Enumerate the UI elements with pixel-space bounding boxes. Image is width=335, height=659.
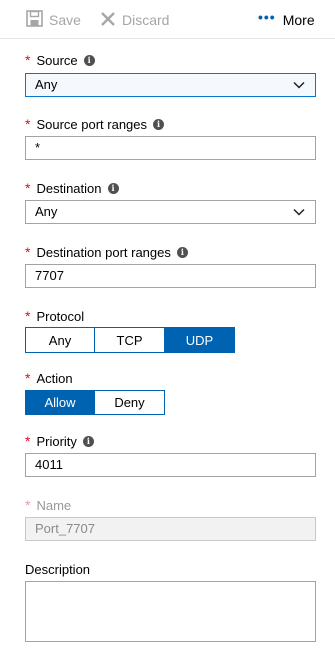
required-marker: * <box>25 497 31 513</box>
action-segmented-control: Allow Deny <box>25 390 165 415</box>
required-marker: * <box>25 180 31 196</box>
source-port-ranges-label-text: Source port ranges <box>36 116 148 132</box>
required-marker: * <box>25 52 31 68</box>
info-icon[interactable]: i <box>82 435 94 447</box>
info-icon[interactable]: i <box>176 246 188 258</box>
discard-label: Discard <box>122 12 170 28</box>
protocol-option-udp[interactable]: UDP <box>165 327 235 353</box>
info-icon[interactable]: i <box>83 54 95 66</box>
more-label: More <box>282 12 315 28</box>
protocol-segmented-control: Any TCP UDP <box>25 327 235 353</box>
name-value: Port_7707 <box>35 521 95 536</box>
priority-value: 4011 <box>35 457 63 472</box>
name-input: Port_7707 <box>25 517 316 541</box>
source-label: * Source i <box>25 52 95 68</box>
priority-label: * Priority i <box>25 433 94 449</box>
priority-input[interactable]: 4011 <box>25 453 316 477</box>
save-icon <box>26 10 43 30</box>
source-label-text: Source <box>36 52 78 68</box>
ellipsis-icon: ••• <box>258 9 276 25</box>
protocol-label: * Protocol <box>25 308 84 324</box>
description-label: Description <box>25 561 90 577</box>
required-marker: * <box>25 433 31 449</box>
description-textarea[interactable] <box>25 581 316 642</box>
destination-port-ranges-label: * Destination port ranges i <box>25 244 188 260</box>
more-button[interactable]: ••• More <box>258 9 315 30</box>
destination-label-text: Destination <box>36 180 102 196</box>
name-label: * Name <box>25 497 71 513</box>
destination-label: * Destination i <box>25 180 119 196</box>
description-label-text: Description <box>25 561 91 577</box>
required-marker: * <box>25 116 31 132</box>
info-icon[interactable]: i <box>107 182 119 194</box>
source-select[interactable]: Any <box>25 73 316 97</box>
source-port-ranges-value: * <box>35 140 41 155</box>
destination-port-ranges-label-text: Destination port ranges <box>36 244 171 260</box>
destination-port-ranges-value: 7707 <box>35 268 64 283</box>
chevron-down-icon <box>293 81 305 89</box>
save-button[interactable]: Save <box>26 10 81 30</box>
protocol-option-any[interactable]: Any <box>25 327 95 353</box>
info-icon[interactable]: i <box>153 118 165 130</box>
priority-label-text: Priority <box>36 433 77 449</box>
command-bar: Save Discard ••• More <box>0 0 335 39</box>
discard-button[interactable]: Discard <box>100 10 169 30</box>
protocol-label-text: Protocol <box>36 308 85 324</box>
protocol-option-tcp[interactable]: TCP <box>95 327 165 353</box>
required-marker: * <box>25 244 31 260</box>
action-label: * Action <box>25 370 73 386</box>
action-label-text: Action <box>36 370 73 386</box>
action-option-allow[interactable]: Allow <box>25 390 95 415</box>
destination-port-ranges-input[interactable]: 7707 <box>25 264 316 288</box>
source-port-ranges-input[interactable]: * <box>25 136 316 160</box>
save-label: Save <box>49 12 81 28</box>
destination-select[interactable]: Any <box>25 200 316 224</box>
name-label-text: Name <box>36 497 72 513</box>
close-icon <box>100 11 116 30</box>
action-option-deny[interactable]: Deny <box>95 390 165 415</box>
source-value: Any <box>35 77 58 92</box>
destination-value: Any <box>35 204 58 219</box>
source-port-ranges-label: * Source port ranges i <box>25 116 165 132</box>
chevron-down-icon <box>293 208 305 216</box>
required-marker: * <box>25 308 31 324</box>
required-marker: * <box>25 370 31 386</box>
